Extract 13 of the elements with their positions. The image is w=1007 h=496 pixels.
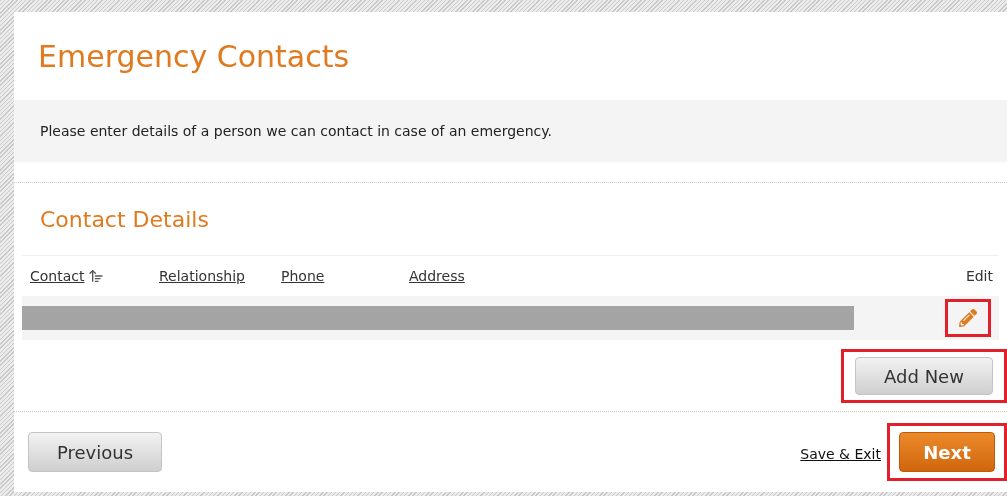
add-new-button[interactable]: Add New <box>855 357 993 395</box>
column-header-link[interactable]: Phone <box>281 265 325 287</box>
sort-ascending-icon[interactable] <box>88 268 105 284</box>
column-header-link[interactable]: Address <box>409 265 465 287</box>
section-title: Contact Details <box>40 205 209 234</box>
previous-button[interactable]: Previous <box>28 432 162 472</box>
page-title: Emergency Contacts <box>38 37 350 76</box>
intro-text: Please enter details of a person we can contact in case of an emergency. <box>40 121 552 141</box>
save-and-exit-link[interactable]: Save & Exit <box>800 443 881 465</box>
column-header: Edit <box>965 266 993 286</box>
edit-pencil-icon[interactable] <box>959 309 977 327</box>
column-header-link[interactable]: Relationship <box>159 265 245 287</box>
column-header-link[interactable]: Contact <box>30 265 85 287</box>
